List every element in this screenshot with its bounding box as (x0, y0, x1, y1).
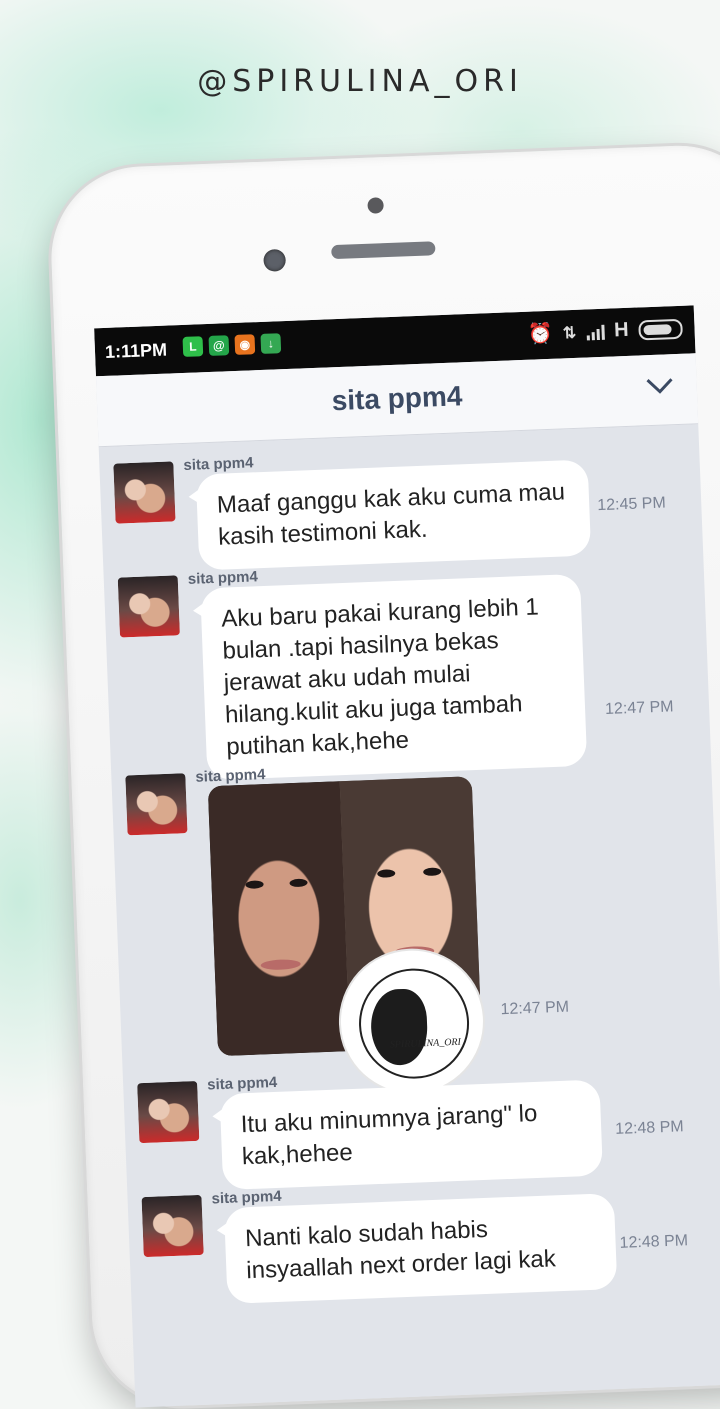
front-camera (263, 248, 287, 272)
silhouette-icon (369, 988, 429, 1067)
eye (245, 880, 264, 889)
data-icon: ⇅ (562, 324, 577, 342)
signal-icon (586, 323, 605, 340)
chat-screen: 1:11PM L @ ◉ ↓ ⏰ ⇅ H sita ppm4 sita ppm4… (94, 305, 720, 1408)
message-bubble[interactable]: Nanti kalo sudah habis insyaallah next o… (223, 1193, 618, 1304)
sender-name: sita ppm4 (211, 1187, 282, 1208)
eye (423, 867, 442, 877)
before-photo (207, 781, 351, 1057)
avatar[interactable] (117, 575, 180, 638)
avatar[interactable] (137, 1080, 200, 1144)
seal-logo: SPIRULINA_ORI (356, 966, 472, 1081)
chevron-down-icon[interactable] (644, 370, 675, 401)
app-icon: ◉ (234, 334, 256, 355)
status-time: 1:11PM (104, 339, 168, 362)
lips (260, 958, 301, 971)
download-icon: ↓ (260, 333, 282, 354)
email-icon: @ (208, 335, 230, 356)
lips (394, 945, 435, 958)
chat-title[interactable]: sita ppm4 (97, 371, 698, 426)
avatar[interactable] (113, 461, 176, 524)
message-time: 12:48 PM (614, 1118, 685, 1138)
sender-name: sita ppm4 (195, 766, 266, 786)
message-time: 12:48 PM (619, 1232, 689, 1252)
avatar[interactable] (141, 1194, 204, 1258)
battery-icon (638, 318, 683, 340)
message-bubble[interactable]: Maaf ganggu kak aku cuma mau kasih testi… (195, 459, 592, 571)
status-icons: ⏰ ⇅ H (527, 316, 683, 347)
brand-handle: @SPIRULINA_ORI (197, 64, 523, 99)
watermark-text: SPIRULINA_ORI (389, 1036, 462, 1051)
sender-name: sita ppm4 (183, 454, 254, 475)
line-icon: L (182, 336, 204, 357)
chat-message: sita ppm4 Maaf ganggu kak aku cuma mau k… (113, 441, 693, 571)
avatar[interactable] (125, 773, 188, 836)
eye (377, 869, 396, 878)
network-type: H (613, 318, 629, 342)
sender-name: sita ppm4 (206, 1073, 278, 1094)
message-time: 12:47 PM (500, 998, 570, 1019)
phone-frame: 1:11PM L @ ◉ ↓ ⏰ ⇅ H sita ppm4 sita ppm4… (48, 142, 720, 1409)
proximity-sensor (367, 197, 384, 214)
message-time: 12:45 PM (596, 494, 667, 515)
earpiece-speaker (331, 241, 436, 260)
sender-name: sita ppm4 (187, 568, 259, 588)
alarm-icon: ⏰ (527, 322, 554, 346)
eye (289, 878, 308, 888)
message-bubble[interactable]: Itu aku minumnya jarang" lo kak,hehee (219, 1079, 604, 1191)
message-time: 12:47 PM (604, 698, 674, 719)
message-bubble[interactable]: Aku baru pakai kurang lebih 1 bulan .tap… (200, 573, 588, 781)
